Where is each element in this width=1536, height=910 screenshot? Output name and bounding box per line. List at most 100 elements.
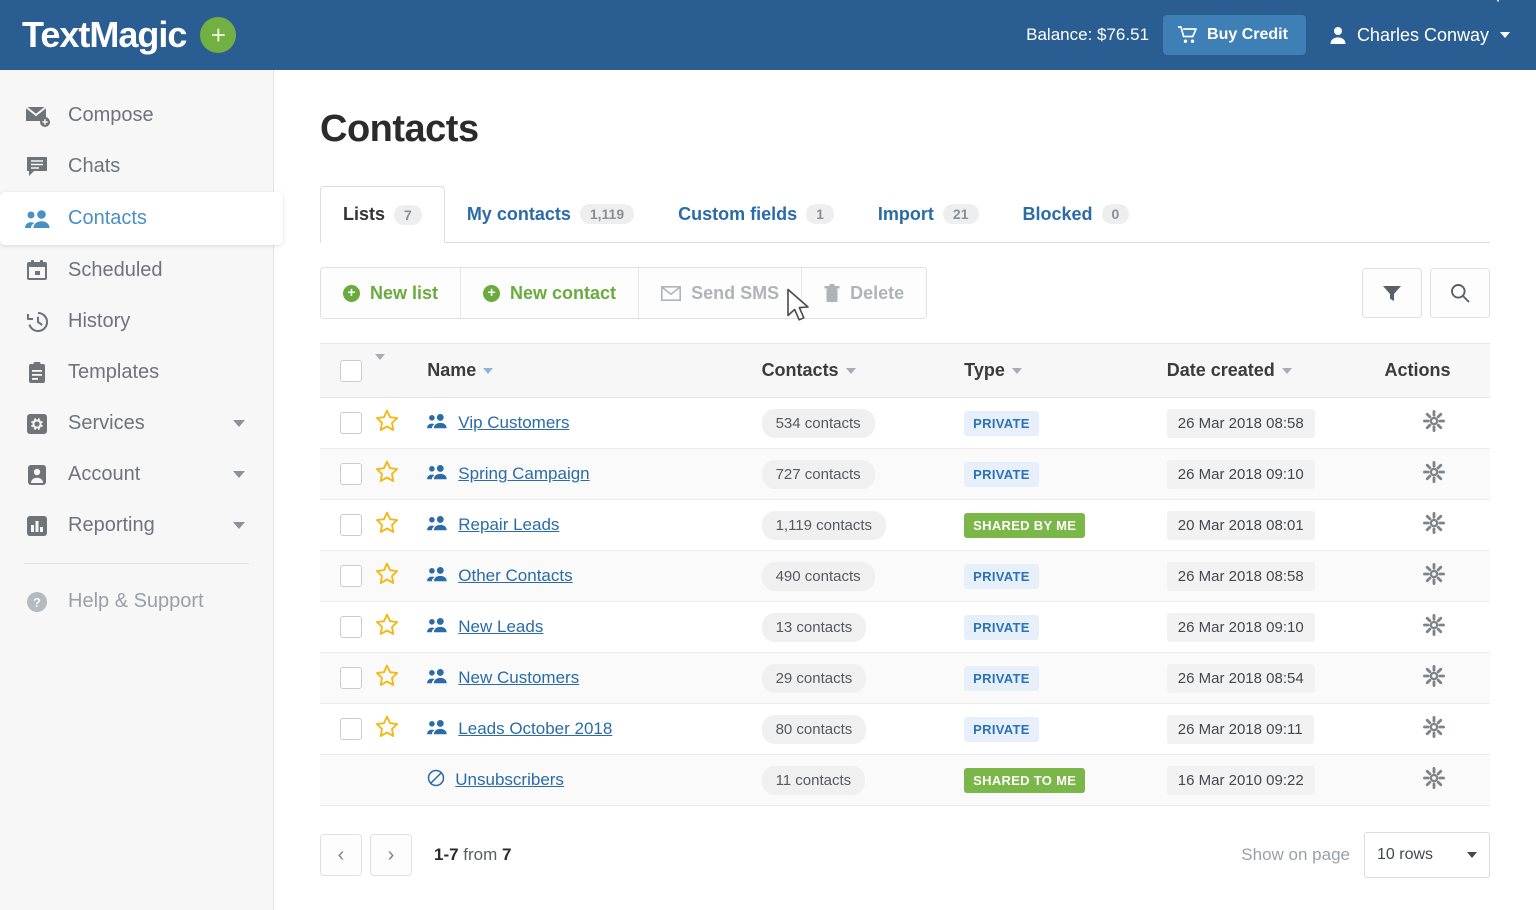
tab-import[interactable]: Import 21 [856, 186, 1001, 242]
row-star-cell [368, 652, 422, 704]
filter-button[interactable] [1362, 268, 1422, 318]
table-row[interactable]: New Leads 13 contacts PRIVATE 26 Mar 2018 0… [320, 601, 1490, 653]
lists-table: Name Contacts Type Date created Actions … [320, 343, 1490, 806]
row-contacts-cell: 29 contacts [755, 652, 959, 704]
sidebar-item-label: Help & Support [68, 590, 204, 612]
list-name-link[interactable]: Leads October 2018 [458, 719, 612, 739]
sidebar-item-reporting[interactable]: Reporting [0, 500, 273, 551]
th-type[interactable]: Type [958, 343, 1161, 398]
delete-label: Delete [850, 282, 905, 303]
th-star-menu[interactable] [368, 343, 422, 398]
tab-label: Custom fields [678, 203, 798, 224]
row-checkbox[interactable] [340, 514, 362, 536]
select-all-checkbox[interactable] [340, 359, 362, 382]
favorite-star-button[interactable] [375, 613, 399, 640]
table-row[interactable]: Unsubscribers 11 contacts SHARED TO ME 16 M… [320, 754, 1490, 806]
tab-my-contacts[interactable]: My contacts 1,119 [445, 186, 656, 242]
prev-page-button[interactable]: ‹ [320, 834, 362, 876]
row-settings-button[interactable] [1423, 613, 1446, 640]
plus-icon: + [483, 284, 501, 302]
favorite-star-button[interactable] [375, 511, 399, 538]
favorite-star-button[interactable] [375, 562, 399, 589]
sidebar-item-help-support[interactable]: ? Help & Support [0, 576, 273, 627]
tab-lists[interactable]: Lists 7 [320, 186, 445, 243]
row-type-cell: PRIVATE [958, 448, 1161, 500]
user-menu[interactable]: Charles Conway [1328, 25, 1510, 46]
th-date-created[interactable]: Date created [1160, 343, 1379, 398]
new-list-button[interactable]: + New list [321, 268, 462, 318]
list-name-link[interactable]: Repair Leads [458, 515, 559, 535]
sidebar-item-services[interactable]: Services [0, 398, 273, 449]
table-row[interactable]: Spring Campaign 727 contacts PRIVATE 26 Mar… [320, 448, 1490, 500]
sidebar-item-compose[interactable]: Compose [0, 90, 273, 141]
date-created-value: 26 Mar 2018 09:10 [1166, 612, 1315, 642]
list-name-link[interactable]: Vip Customers [458, 413, 569, 433]
sidebar-item-chats[interactable]: Chats [0, 141, 273, 192]
gear-square-icon [24, 410, 52, 438]
table-row[interactable]: Leads October 2018 80 contacts PRIVATE 26 M… [320, 703, 1490, 755]
send-sms-label: Send SMS [691, 282, 780, 303]
row-settings-button[interactable] [1423, 715, 1446, 742]
table-body: Vip Customers 534 contacts PRIVATE 26 Mar 2… [320, 397, 1490, 806]
th-contacts-label: Contacts [761, 360, 839, 380]
list-name-link[interactable]: New Customers [458, 668, 579, 688]
star-icon [375, 715, 398, 737]
sidebar-item-label: Contacts [68, 207, 147, 229]
favorite-star-button[interactable] [375, 460, 399, 487]
star-icon [375, 664, 398, 686]
row-settings-button[interactable] [1423, 511, 1446, 538]
th-name[interactable]: Name [421, 343, 756, 398]
sidebar-item-contacts[interactable]: Contacts [0, 192, 283, 245]
delete-button[interactable]: Delete [802, 268, 927, 318]
next-page-button[interactable]: › [370, 834, 412, 876]
row-settings-button[interactable] [1423, 409, 1446, 436]
tab-custom-fields[interactable]: Custom fields 1 [656, 186, 856, 242]
list-name-link[interactable]: Unsubscribers [455, 770, 564, 790]
row-checkbox[interactable] [340, 718, 362, 740]
sidebar-item-label: History [68, 310, 131, 332]
row-checkbox[interactable] [340, 412, 362, 434]
row-checkbox[interactable] [340, 667, 362, 689]
tab-badge: 1 [806, 204, 834, 224]
sidebar-item-templates[interactable]: Templates [0, 347, 273, 398]
tab-label: Blocked [1022, 203, 1093, 224]
row-settings-button[interactable] [1423, 460, 1446, 487]
mouse-cursor [787, 288, 809, 321]
table-row[interactable]: Repair Leads 1,119 contacts SHARED BY ME 20… [320, 499, 1490, 551]
row-checkbox[interactable] [340, 565, 362, 587]
brand-logo[interactable]: TextMagic + [0, 0, 1500, 53]
row-type-cell: SHARED TO ME [958, 754, 1161, 806]
favorite-star-button[interactable] [375, 409, 399, 436]
list-name-link[interactable]: Other Contacts [458, 566, 572, 586]
new-contact-button[interactable]: + New contact [461, 268, 640, 318]
row-actions-cell [1378, 448, 1490, 500]
type-badge: PRIVATE [964, 461, 1039, 487]
sidebar-item-history[interactable]: History [0, 296, 273, 347]
row-settings-button[interactable] [1423, 562, 1446, 589]
sidebar-item-account[interactable]: Account [0, 449, 273, 500]
table-row[interactable]: Other Contacts 490 contacts PRIVATE 26 Mar … [320, 550, 1490, 602]
favorite-star-button[interactable] [375, 715, 399, 742]
buy-credit-button[interactable]: Buy Credit [1163, 15, 1306, 55]
favorite-star-button[interactable] [375, 664, 399, 691]
row-settings-button[interactable] [1423, 664, 1446, 691]
tab-blocked[interactable]: Blocked 0 [1001, 186, 1152, 242]
list-name-link[interactable]: New Leads [458, 617, 543, 637]
add-new-button[interactable]: + [200, 17, 237, 53]
sidebar-item-scheduled[interactable]: Scheduled [0, 245, 273, 296]
gear-icon [1423, 511, 1446, 534]
row-checkbox[interactable] [340, 463, 362, 485]
table-row[interactable]: New Customers 29 contacts PRIVATE 26 Mar 20… [320, 652, 1490, 704]
th-contacts[interactable]: Contacts [755, 343, 959, 398]
calendar-icon [24, 257, 52, 285]
gear-icon [1423, 715, 1446, 738]
list-name-link[interactable]: Spring Campaign [458, 464, 589, 484]
table-row[interactable]: Vip Customers 534 contacts PRIVATE 26 Mar 2… [320, 397, 1490, 449]
row-checkbox[interactable] [340, 616, 362, 638]
row-settings-button[interactable] [1423, 766, 1446, 793]
send-sms-button[interactable]: Send SMS [639, 268, 803, 318]
rows-per-page-select[interactable]: 10 rows [1364, 832, 1490, 878]
search-button[interactable] [1430, 268, 1490, 318]
row-type-cell: SHARED BY ME [958, 499, 1161, 551]
row-actions-cell [1378, 499, 1490, 551]
